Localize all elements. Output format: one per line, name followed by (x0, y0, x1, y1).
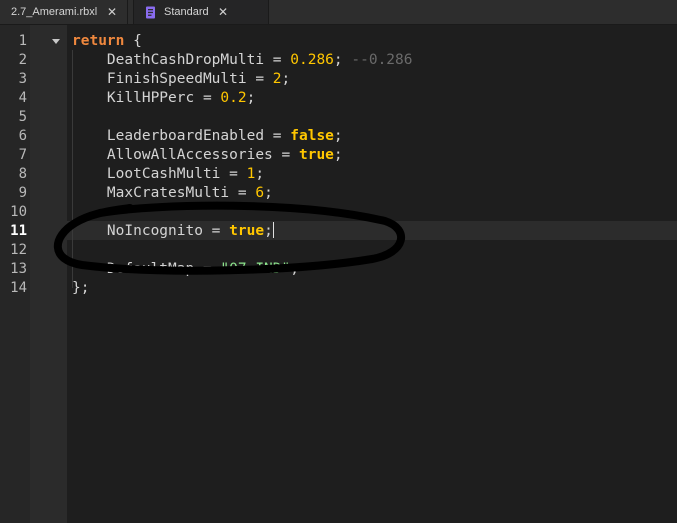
tab-label: Standard (164, 6, 209, 18)
close-icon[interactable]: ✕ (216, 5, 230, 19)
line-number: 14 (10, 280, 27, 296)
code-token: ; (333, 52, 352, 68)
code-line[interactable]: 5 (0, 108, 677, 127)
script-icon (146, 6, 155, 18)
chevron-down-icon[interactable] (52, 39, 60, 44)
code-token: ; (255, 166, 265, 182)
code-token: return (72, 33, 125, 49)
line-number: 9 (18, 185, 27, 201)
line-number: 13 (10, 261, 27, 277)
line-number: 11 (10, 223, 27, 239)
code-token: LeaderboardEnabled = (72, 128, 291, 144)
code-token: ; (333, 128, 343, 144)
code-line[interactable]: 3 FinishSpeedMulti = 2; (0, 70, 677, 89)
code-text: DeathCashDropMulti = 0.286; --0.286 (72, 51, 413, 70)
code-line[interactable]: 9 MaxCratesMulti = 6; (0, 184, 677, 203)
code-token: ; (264, 223, 273, 239)
code-token: false (290, 128, 334, 144)
code-token: ; (333, 147, 343, 163)
code-token: KillHPPerc = (72, 90, 221, 106)
code-line[interactable]: 7 AllowAllAccessories = true; (0, 146, 677, 165)
code-text: KillHPPerc = 0.2; (72, 89, 255, 108)
code-text: FinishSpeedMulti = 2; (72, 70, 290, 89)
code-line[interactable]: 13 DefaultMap = "07-IND"; (0, 260, 677, 279)
code-text: DefaultMap = "07-IND"; (72, 260, 299, 279)
code-token: MaxCratesMulti = (72, 185, 256, 201)
code-line[interactable]: 8 LootCashMulti = 1; (0, 165, 677, 184)
code-token: "07-IND" (220, 261, 291, 277)
code-token: NoIncognito = (72, 223, 230, 239)
tab-bar: 2.7_Amerami.rbxl ✕ Standard ✕ (0, 0, 677, 25)
close-icon[interactable]: ✕ (105, 5, 119, 19)
code-line[interactable]: 2 DeathCashDropMulti = 0.286; --0.286 (0, 51, 677, 70)
code-token: ; (281, 71, 291, 87)
code-line[interactable]: 10 (0, 203, 677, 222)
code-token: 2 (272, 71, 282, 87)
code-token: { (124, 33, 142, 49)
code-line[interactable]: 6 LeaderboardEnabled = false; (0, 127, 677, 146)
line-number: 4 (18, 90, 27, 106)
code-token: DefaultMap = (72, 261, 221, 277)
code-line[interactable]: 12 (0, 241, 677, 260)
code-line[interactable]: 11 NoIncognito = true; (0, 222, 677, 241)
code-token: AllowAllAccessories = (72, 147, 299, 163)
line-number: 12 (10, 242, 27, 258)
code-line[interactable]: 1 return { (0, 32, 677, 51)
code-token: 0.2 (220, 90, 247, 106)
code-token: FinishSpeedMulti = (72, 71, 273, 87)
code-text: NoIncognito = true; (72, 222, 274, 241)
code-line[interactable]: 4 KillHPPerc = 0.2; (0, 89, 677, 108)
line-number: 10 (10, 204, 27, 220)
code-token: ; (264, 185, 273, 201)
tab-standard-script[interactable]: Standard ✕ (133, 0, 269, 24)
code-token: 0.286 (290, 52, 334, 68)
text-cursor (272, 222, 274, 238)
code-token: --0.286 (351, 52, 413, 68)
code-text: MaxCratesMulti = 6; (72, 184, 273, 203)
code-token: LootCashMulti = (72, 166, 247, 182)
line-number: 3 (18, 71, 27, 87)
line-number: 8 (18, 166, 27, 182)
line-number: 5 (18, 109, 27, 125)
line-number: 2 (18, 52, 27, 68)
code-line[interactable]: 14}; (0, 279, 677, 298)
line-number: 7 (18, 147, 27, 163)
code-token: true (298, 147, 334, 163)
tab-place-file[interactable]: 2.7_Amerami.rbxl ✕ (0, 0, 128, 24)
code-token: ; (290, 261, 299, 277)
code-token: DeathCashDropMulti = (72, 52, 291, 68)
line-number: 6 (18, 128, 27, 144)
code-token: }; (72, 280, 90, 296)
tab-label: 2.7_Amerami.rbxl (11, 6, 98, 18)
line-number: 1 (18, 33, 27, 49)
code-text: LootCashMulti = 1; (72, 165, 264, 184)
script-editor[interactable]: 1 return {2 DeathCashDropMulti = 0.286; -… (0, 25, 677, 523)
code-text: AllowAllAccessories = true; (72, 146, 343, 165)
code-text: LeaderboardEnabled = false; (72, 127, 343, 146)
code-token: true (229, 223, 265, 239)
code-token: ; (246, 90, 256, 106)
code-token: 6 (255, 185, 265, 201)
code-text: }; (72, 279, 89, 298)
code-text: return { (72, 32, 142, 51)
